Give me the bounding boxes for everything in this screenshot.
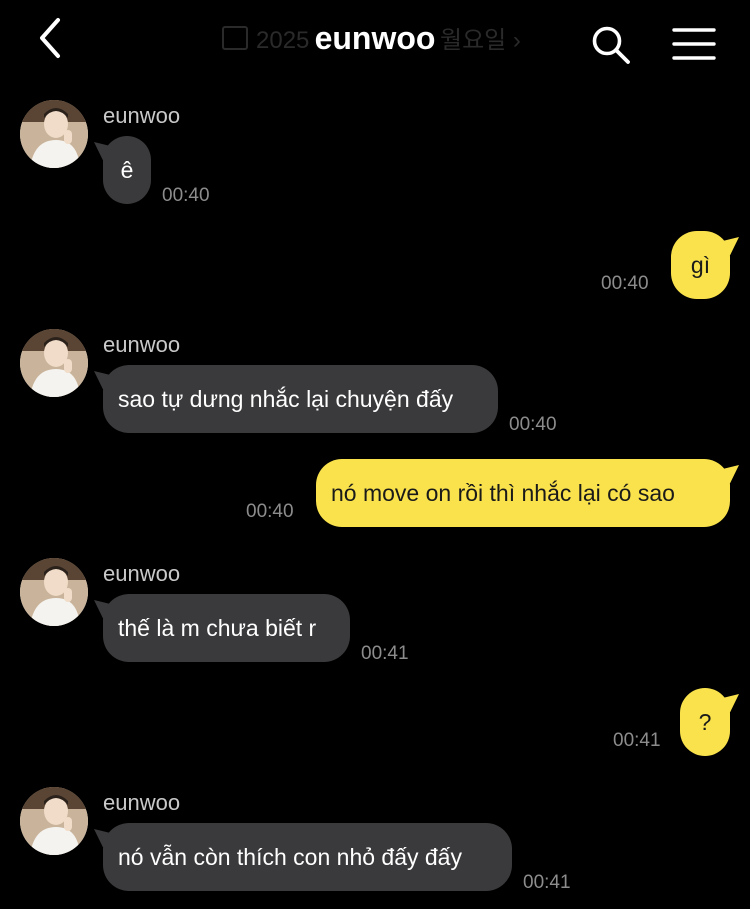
avatar[interactable] — [20, 329, 88, 397]
avatar-photo — [20, 787, 88, 855]
avatar[interactable] — [20, 100, 88, 168]
date-weekday-text: 월요일 › — [440, 27, 521, 54]
avatar-photo — [20, 558, 88, 626]
incoming-message-bubble[interactable]: sao tự dưng nhắc lại chuyện đấy — [103, 365, 498, 433]
outgoing-message-bubble[interactable]: gì — [671, 231, 730, 299]
incoming-message-bubble[interactable]: nó vẫn còn thích con nhỏ đấy đấy — [103, 823, 512, 891]
message-timestamp: 00:40 — [601, 273, 649, 294]
message-text: ? — [698, 709, 712, 735]
message-text: gì — [690, 252, 711, 278]
sender-name: eunwoo — [103, 332, 181, 357]
message-text: nó move on rồi thì nhắc lại có sao — [331, 480, 675, 506]
message-text: sao tự dưng nhắc lại chuyện đấy — [118, 386, 454, 412]
search-icon — [592, 26, 630, 64]
search-button[interactable] — [590, 24, 632, 66]
avatar[interactable] — [20, 558, 88, 626]
incoming-message-bubble[interactable]: ê — [103, 136, 151, 204]
message-timestamp: 00:41 — [523, 872, 571, 893]
chat-screen: 2025 월요일 › eunwoo eunwoo ê 00:40 00:40 g… — [0, 0, 750, 909]
sender-name: eunwoo — [103, 790, 181, 815]
menu-button[interactable] — [672, 26, 716, 62]
outgoing-message-bubble[interactable]: nó move on rồi thì nhắc lại có sao — [316, 459, 730, 527]
avatar-photo — [20, 329, 88, 397]
hamburger-menu-icon — [672, 28, 716, 60]
sender-name: eunwoo — [103, 103, 181, 128]
message-timestamp: 00:41 — [613, 730, 661, 751]
message-timestamp: 00:40 — [246, 501, 294, 522]
avatar-photo — [20, 100, 88, 168]
message-text: nó vẫn còn thích con nhỏ đấy đấy — [118, 844, 462, 870]
message-text: thế là m chưa biết r — [118, 615, 317, 641]
date-year-text: 2025 — [256, 27, 310, 54]
message-text: ê — [120, 157, 134, 183]
back-button[interactable] — [30, 14, 74, 62]
chat-header: 2025 월요일 › eunwoo — [0, 0, 750, 84]
outgoing-message-bubble[interactable]: ? — [680, 688, 730, 756]
date-header-faded: 2025 월요일 › — [222, 24, 532, 58]
incoming-message-bubble[interactable]: thế là m chưa biết r — [103, 594, 350, 662]
sender-name: eunwoo — [103, 561, 181, 586]
avatar[interactable] — [20, 787, 88, 855]
message-timestamp: 00:40 — [162, 185, 210, 206]
message-timestamp: 00:41 — [361, 643, 409, 664]
calendar-icon — [222, 26, 248, 50]
chevron-left-icon — [40, 18, 60, 58]
message-timestamp: 00:40 — [509, 414, 557, 435]
